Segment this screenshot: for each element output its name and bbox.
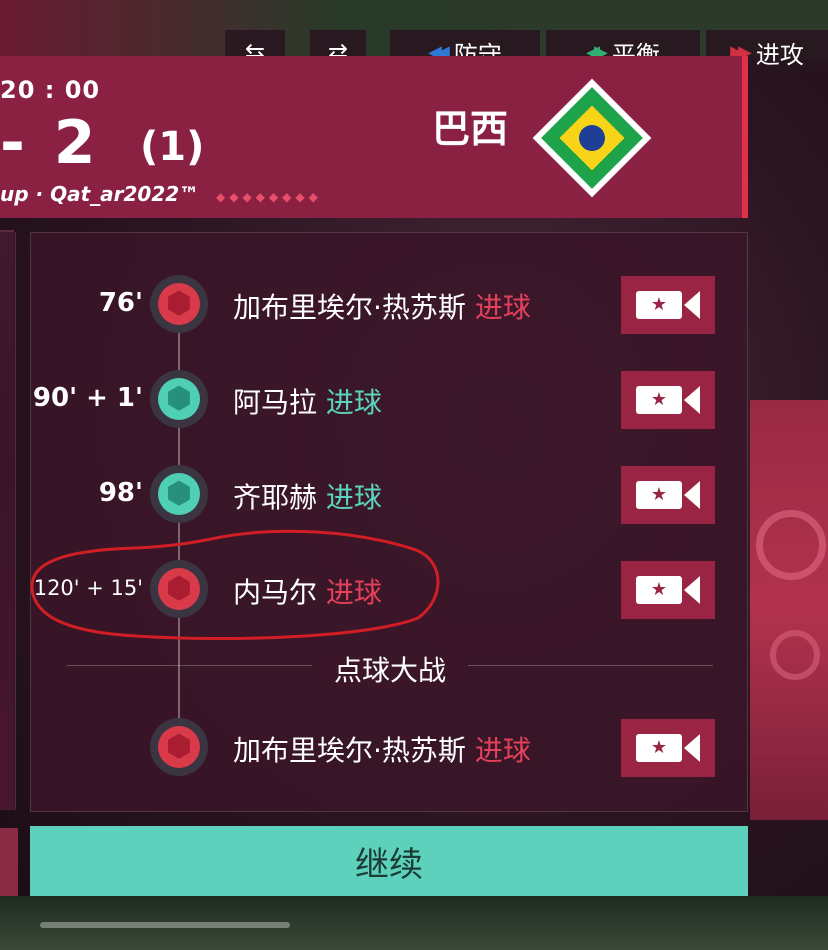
football-icon: ⬢ — [150, 370, 208, 428]
background-ring — [770, 630, 820, 680]
penalty-shootout-label: 点球大战 — [311, 654, 468, 687]
video-replay-icon: ★ — [636, 481, 682, 509]
event-type: 进球 — [474, 291, 531, 324]
brazil-flag-icon — [532, 78, 652, 198]
video-replay-button[interactable]: ★ — [621, 719, 715, 777]
background-left-bottom — [0, 828, 18, 896]
event-player: 齐耶赫 — [233, 481, 318, 514]
continue-button[interactable]: 继续 — [30, 826, 748, 896]
team-name: 巴西 — [432, 107, 509, 151]
match-time: 20 : 00 — [0, 76, 101, 104]
penalty-event-row: ⬢ 加布里埃尔·热苏斯 进球 ★ — [31, 711, 749, 781]
event-description: 加布里埃尔·热苏斯 进球 — [233, 286, 531, 326]
video-replay-icon: ★ — [636, 734, 682, 762]
event-player: 加布里埃尔·热苏斯 — [233, 734, 466, 767]
event-row: 90' + 1' ⬢ 阿马拉 进球 ★ — [31, 363, 749, 433]
football-icon: ⬢ — [150, 465, 208, 523]
event-minute: 98' — [98, 478, 143, 508]
event-row: 76' ⬢ 加布里埃尔·热苏斯 进球 ★ — [31, 268, 749, 338]
penalty-score: (1) — [140, 124, 205, 170]
event-type: 进球 — [474, 734, 531, 767]
event-description: 齐耶赫 进球 — [233, 476, 382, 516]
annotation-circle — [30, 529, 440, 641]
football-icon: ⬢ — [150, 275, 208, 333]
scroll-indicator — [40, 922, 290, 928]
event-minute: 76' — [98, 288, 143, 318]
video-replay-button[interactable]: ★ — [621, 466, 715, 524]
event-type: 进球 — [325, 481, 382, 514]
background-right — [750, 400, 828, 820]
event-type: 进球 — [325, 386, 382, 419]
video-replay-button[interactable]: ★ — [621, 371, 715, 429]
video-replay-icon: ★ — [636, 576, 682, 604]
side-panel-edge — [0, 232, 16, 810]
video-replay-icon: ★ — [636, 291, 682, 319]
event-description: 阿马拉 进球 — [233, 381, 382, 421]
event-player: 阿马拉 — [233, 386, 318, 419]
event-player: 加布里埃尔·热苏斯 — [233, 291, 466, 324]
score-header: 20 : 00 - 2 (1) up · Qat_ar2022™ ◆◆◆◆◆◆◆… — [0, 56, 748, 218]
score: - 2 — [0, 108, 100, 178]
video-replay-icon: ★ — [636, 386, 682, 414]
tactic-attack-label: 进攻 — [755, 40, 804, 69]
background-bottom — [0, 896, 828, 950]
football-icon: ⬢ — [150, 718, 208, 776]
background-ring — [756, 510, 826, 580]
tournament-brand: up · Qat_ar2022™ — [0, 182, 200, 206]
decorative-diamonds: ◆◆◆◆◆◆◆◆ — [216, 190, 322, 204]
penalty-shootout-heading: 点球大战 — [31, 649, 749, 689]
video-replay-button[interactable]: ★ — [621, 276, 715, 334]
event-row: 98' ⬢ 齐耶赫 进球 ★ — [31, 458, 749, 528]
video-replay-button[interactable]: ★ — [621, 561, 715, 619]
event-minute: 90' + 1' — [32, 383, 143, 413]
event-description: 加布里埃尔·热苏斯 进球 — [233, 729, 531, 769]
